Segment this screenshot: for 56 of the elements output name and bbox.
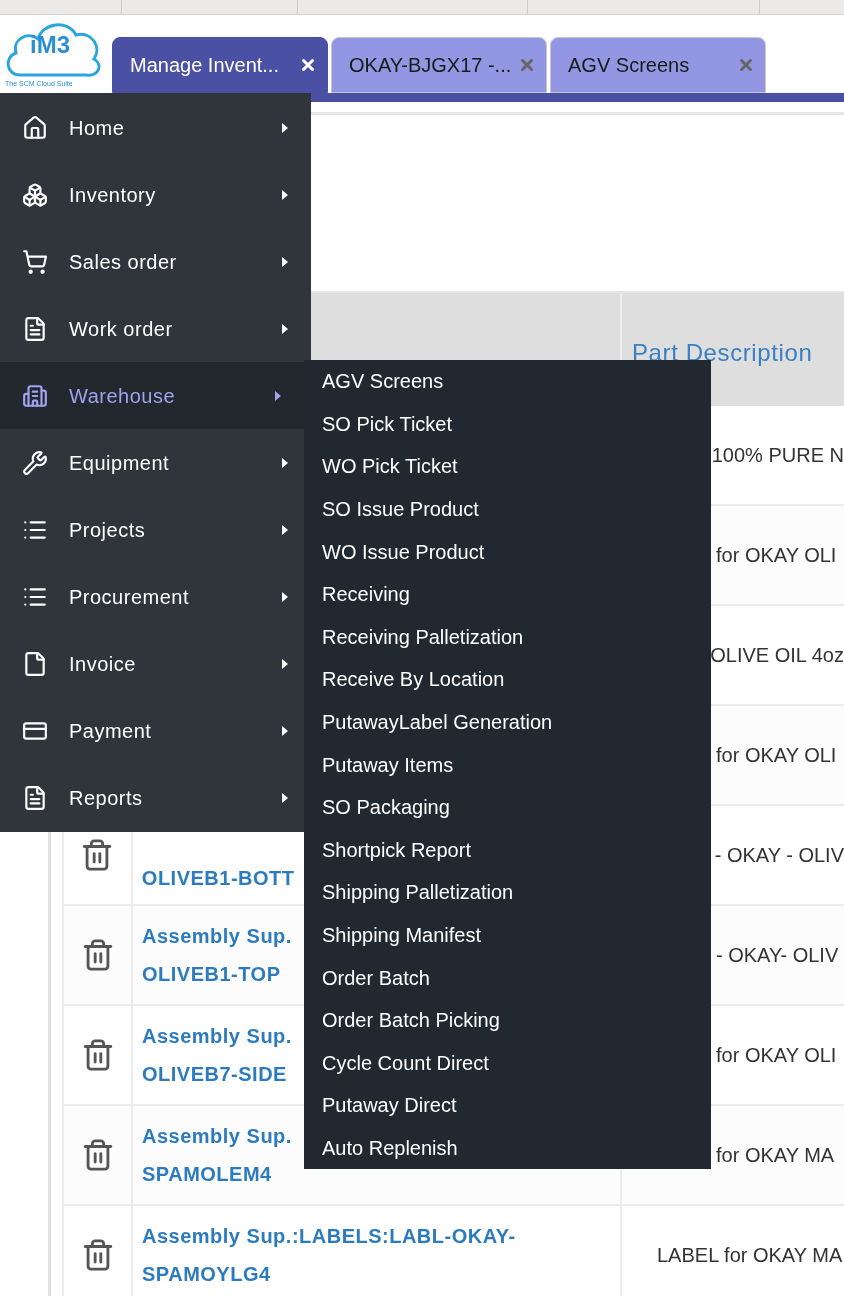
table-cell-text: - OKAY- OLIV <box>716 943 839 968</box>
document-icon <box>22 784 48 811</box>
part-link[interactable]: SPAMOYLG4 <box>142 1259 271 1289</box>
menu-item[interactable]: Warehouse <box>0 362 304 429</box>
table-cell-text: for OKAY OLI <box>716 1043 837 1068</box>
menu-item[interactable]: Inventory <box>0 161 311 228</box>
submenu-item[interactable]: Shortpick Report <box>304 828 711 872</box>
submenu-item[interactable]: Cycle Count Direct <box>304 1041 711 1085</box>
caret-icon <box>281 255 289 268</box>
part-link[interactable]: Assembly Sup.:LABELS:LABL-OKAY- <box>142 1221 516 1251</box>
caret-icon <box>281 523 289 536</box>
submenu-item[interactable]: AGV Screens <box>304 360 711 403</box>
submenu-item[interactable]: Putaway Direct <box>304 1084 711 1127</box>
part-link[interactable]: OLIVEB1-TOP <box>142 959 281 989</box>
part-link[interactable]: Assembly Sup. <box>142 1121 292 1151</box>
submenu-item[interactable]: Shipping Manifest <box>304 913 711 957</box>
caret-icon <box>281 590 289 603</box>
part-link[interactable]: OLIVEB1-BOTT <box>141 863 295 893</box>
caret-icon <box>281 456 289 469</box>
caret-icon <box>274 389 282 402</box>
submenu-item[interactable]: Auto Replenish <box>304 1126 711 1170</box>
part-link[interactable]: Assembly Sup. <box>142 921 292 951</box>
caret-icon <box>281 121 289 134</box>
menu-item[interactable]: Sales order <box>0 228 311 295</box>
document-icon <box>22 315 48 342</box>
menu-item[interactable]: Work order <box>0 295 311 362</box>
submenu-item[interactable]: Shipping Palletization <box>304 871 711 914</box>
table-cell-text: 100% PURE N <box>711 443 844 468</box>
home-icon <box>22 114 48 141</box>
table-cell-text: for OKAY OLI <box>716 743 837 768</box>
table-cell-text: LABEL for OKAY MA <box>657 1243 843 1268</box>
tab[interactable]: OKAY-BJGX17 -... <box>331 37 547 93</box>
caret-icon <box>281 791 289 804</box>
building-icon <box>22 382 48 409</box>
caret-icon <box>281 657 289 670</box>
table-cell-text: OLIVE OIL 4oz <box>710 643 844 668</box>
cart-icon <box>22 248 48 275</box>
document-icon <box>22 650 48 677</box>
part-link[interactable]: SPAMOLEM4 <box>142 1159 272 1189</box>
tab[interactable]: AGV Screens <box>550 37 766 93</box>
logo-mark: iM3 <box>30 33 70 57</box>
table-cell-text: for OKAY MA <box>716 1143 835 1168</box>
menu-item[interactable]: Home <box>0 94 311 161</box>
wrench-icon <box>22 449 48 476</box>
boxes-icon <box>22 181 48 208</box>
caret-icon <box>281 188 289 201</box>
table-cell-text: for OKAY OLI <box>716 543 837 568</box>
submenu-item[interactable]: Order Batch <box>304 956 711 999</box>
tab[interactable]: Manage Invent... <box>112 37 328 93</box>
submenu-item[interactable]: Order Batch Picking <box>304 998 711 1042</box>
part-link[interactable]: OLIVEB7-SIDE <box>142 1059 287 1089</box>
caret-icon <box>281 724 289 737</box>
caret-icon <box>281 322 289 335</box>
table-cell-text: - OKAY - OLIV <box>714 843 844 868</box>
part-link[interactable]: Assembly Sup. <box>142 1021 292 1051</box>
close-icon[interactable] <box>299 56 317 74</box>
